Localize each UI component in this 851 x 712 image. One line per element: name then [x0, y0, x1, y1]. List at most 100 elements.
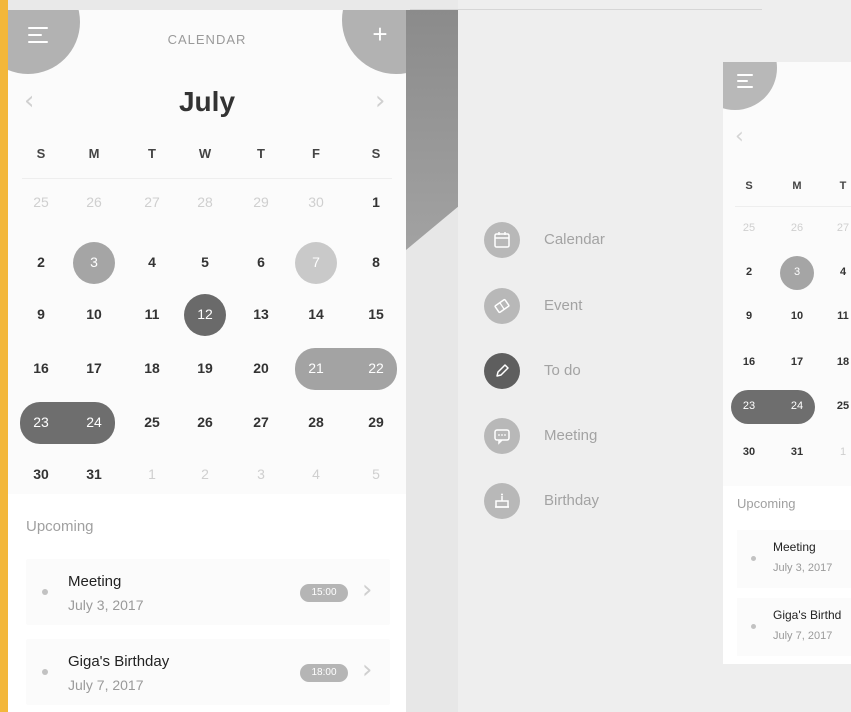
calendar-day[interactable]: 19 — [190, 360, 220, 376]
calendar-day[interactable]: 25 — [831, 400, 851, 412]
calendar-preview-screen: ‹ SMT 25 26 27 2 3 4 9 10 11 16 17 18 23 24 25 30 31 1 Up… — [723, 62, 851, 664]
calendar-day[interactable]: 25 — [137, 414, 167, 430]
calendar-day[interactable]: 20 — [246, 360, 276, 376]
calendar-day[interactable]: 12 — [190, 306, 220, 322]
calendar-day[interactable]: 25 — [26, 194, 56, 210]
header-divider — [735, 206, 851, 207]
calendar-day[interactable]: 16 — [26, 360, 56, 376]
calendar-day[interactable]: 3 — [246, 466, 276, 482]
calendar-day[interactable]: 5 — [190, 254, 220, 270]
calendar-day[interactable]: 15 — [361, 306, 391, 322]
event-card-meeting[interactable]: Meeting July 3, 2017 — [737, 530, 851, 588]
calendar-day[interactable]: 26 — [785, 222, 809, 234]
event-dot — [42, 669, 48, 675]
weekday-label: T — [257, 146, 265, 161]
prev-month-icon[interactable]: ‹ — [735, 124, 744, 149]
ticket-icon — [484, 288, 520, 324]
chevron-right-icon[interactable]: › — [362, 575, 372, 605]
calendar-day[interactable]: 5 — [361, 466, 391, 482]
calendar-day[interactable]: 18 — [137, 360, 167, 376]
calendar-day[interactable]: 1 — [831, 446, 851, 458]
calendar-day[interactable]: 3 — [79, 254, 109, 270]
calendar-day[interactable]: 23 — [26, 414, 56, 430]
calendar-day[interactable]: 29 — [246, 194, 276, 210]
cake-icon — [484, 483, 520, 519]
calendar-day[interactable]: 28 — [301, 414, 331, 430]
next-month-icon[interactable]: › — [375, 86, 385, 116]
menu-item-calendar[interactable]: Calendar — [484, 222, 644, 258]
weekday-label: F — [312, 146, 320, 161]
menu-item-event[interactable]: Event — [484, 288, 644, 324]
calendar-day[interactable]: 2 — [26, 254, 56, 270]
calendar-day[interactable]: 18 — [831, 356, 851, 368]
header-divider — [22, 178, 392, 179]
weekday-label: W — [198, 146, 212, 161]
event-dot — [751, 624, 756, 629]
calendar-day[interactable]: 30 — [301, 194, 331, 210]
calendar-day[interactable]: 7 — [301, 254, 331, 270]
calendar-day[interactable]: 25 — [737, 222, 761, 234]
event-date: July 3, 2017 — [68, 597, 144, 613]
calendar-day[interactable]: 16 — [737, 356, 761, 368]
calendar-day[interactable]: 24 — [785, 400, 809, 412]
calendar-day[interactable]: 2 — [190, 466, 220, 482]
calendar-day[interactable]: 8 — [361, 254, 391, 270]
event-card-birthday[interactable]: Giga's Birthd July 7, 2017 — [737, 598, 851, 656]
page-title: CALENDAR — [167, 32, 247, 47]
menu-item-meeting[interactable]: Meeting — [484, 418, 644, 454]
upcoming-label: Upcoming — [737, 496, 796, 511]
calendar-day[interactable]: 27 — [137, 194, 167, 210]
calendar-day[interactable]: 21 — [301, 360, 331, 376]
calendar-day[interactable]: 9 — [26, 306, 56, 322]
calendar-day[interactable]: 9 — [737, 310, 761, 322]
calendar-day[interactable]: 10 — [79, 306, 109, 322]
menu-item-todo[interactable]: To do — [484, 353, 644, 389]
calendar-day[interactable]: 26 — [79, 194, 109, 210]
event-date: July 3, 2017 — [773, 562, 833, 574]
calendar-day[interactable]: 14 — [301, 306, 331, 322]
calendar-day[interactable]: 27 — [246, 414, 276, 430]
calendar-day[interactable]: 26 — [190, 414, 220, 430]
chevron-right-icon[interactable]: › — [362, 655, 372, 685]
calendar-day[interactable]: 17 — [79, 360, 109, 376]
calendar-day[interactable]: 6 — [246, 254, 276, 270]
calendar-day[interactable]: 23 — [737, 400, 761, 412]
calendar-day[interactable]: 11 — [137, 306, 167, 322]
event-dot — [42, 589, 48, 595]
calendar-day[interactable]: 11 — [831, 310, 851, 322]
event-title: Meeting — [773, 540, 816, 554]
menu-label: Calendar — [544, 231, 605, 248]
calendar-day[interactable]: 2 — [737, 266, 761, 278]
calendar-day[interactable]: 3 — [785, 266, 809, 278]
hamburger-icon[interactable] — [737, 74, 753, 92]
calendar-day[interactable]: 10 — [785, 310, 809, 322]
menu-label: Meeting — [544, 427, 598, 444]
event-date: July 7, 2017 — [68, 677, 144, 693]
calendar-day[interactable]: 31 — [785, 446, 809, 458]
calendar-day[interactable]: 27 — [831, 222, 851, 234]
event-title: Giga's Birthday — [68, 653, 170, 670]
calendar-day[interactable]: 1 — [361, 194, 391, 210]
calendar-day[interactable]: 4 — [137, 254, 167, 270]
event-card-birthday[interactable]: Giga's Birthday July 7, 2017 18:00 › — [26, 639, 390, 705]
calendar-day[interactable]: 1 — [137, 466, 167, 482]
event-title: Meeting — [68, 573, 122, 590]
calendar-day[interactable]: 13 — [246, 306, 276, 322]
calendar-day[interactable]: 4 — [831, 266, 851, 278]
calendar-day[interactable]: 31 — [79, 466, 109, 482]
calendar-day[interactable]: 4 — [301, 466, 331, 482]
calendar-day[interactable]: 17 — [785, 356, 809, 368]
calendar-day[interactable]: 29 — [361, 414, 391, 430]
menu-item-birthday[interactable]: Birthday — [484, 483, 644, 519]
event-card-meeting[interactable]: Meeting July 3, 2017 15:00 › — [26, 559, 390, 625]
calendar-day[interactable]: 24 — [79, 414, 109, 430]
calendar-day[interactable]: 30 — [737, 446, 761, 458]
upcoming-label: Upcoming — [26, 518, 94, 535]
calendar-day[interactable]: 22 — [361, 360, 391, 376]
side-accent-strip — [0, 0, 8, 712]
calendar-day[interactable]: 30 — [26, 466, 56, 482]
top-divider — [410, 9, 762, 10]
calendar-day[interactable]: 28 — [190, 194, 220, 210]
weekday-label: M — [792, 180, 802, 192]
month-title: July — [178, 86, 236, 117]
